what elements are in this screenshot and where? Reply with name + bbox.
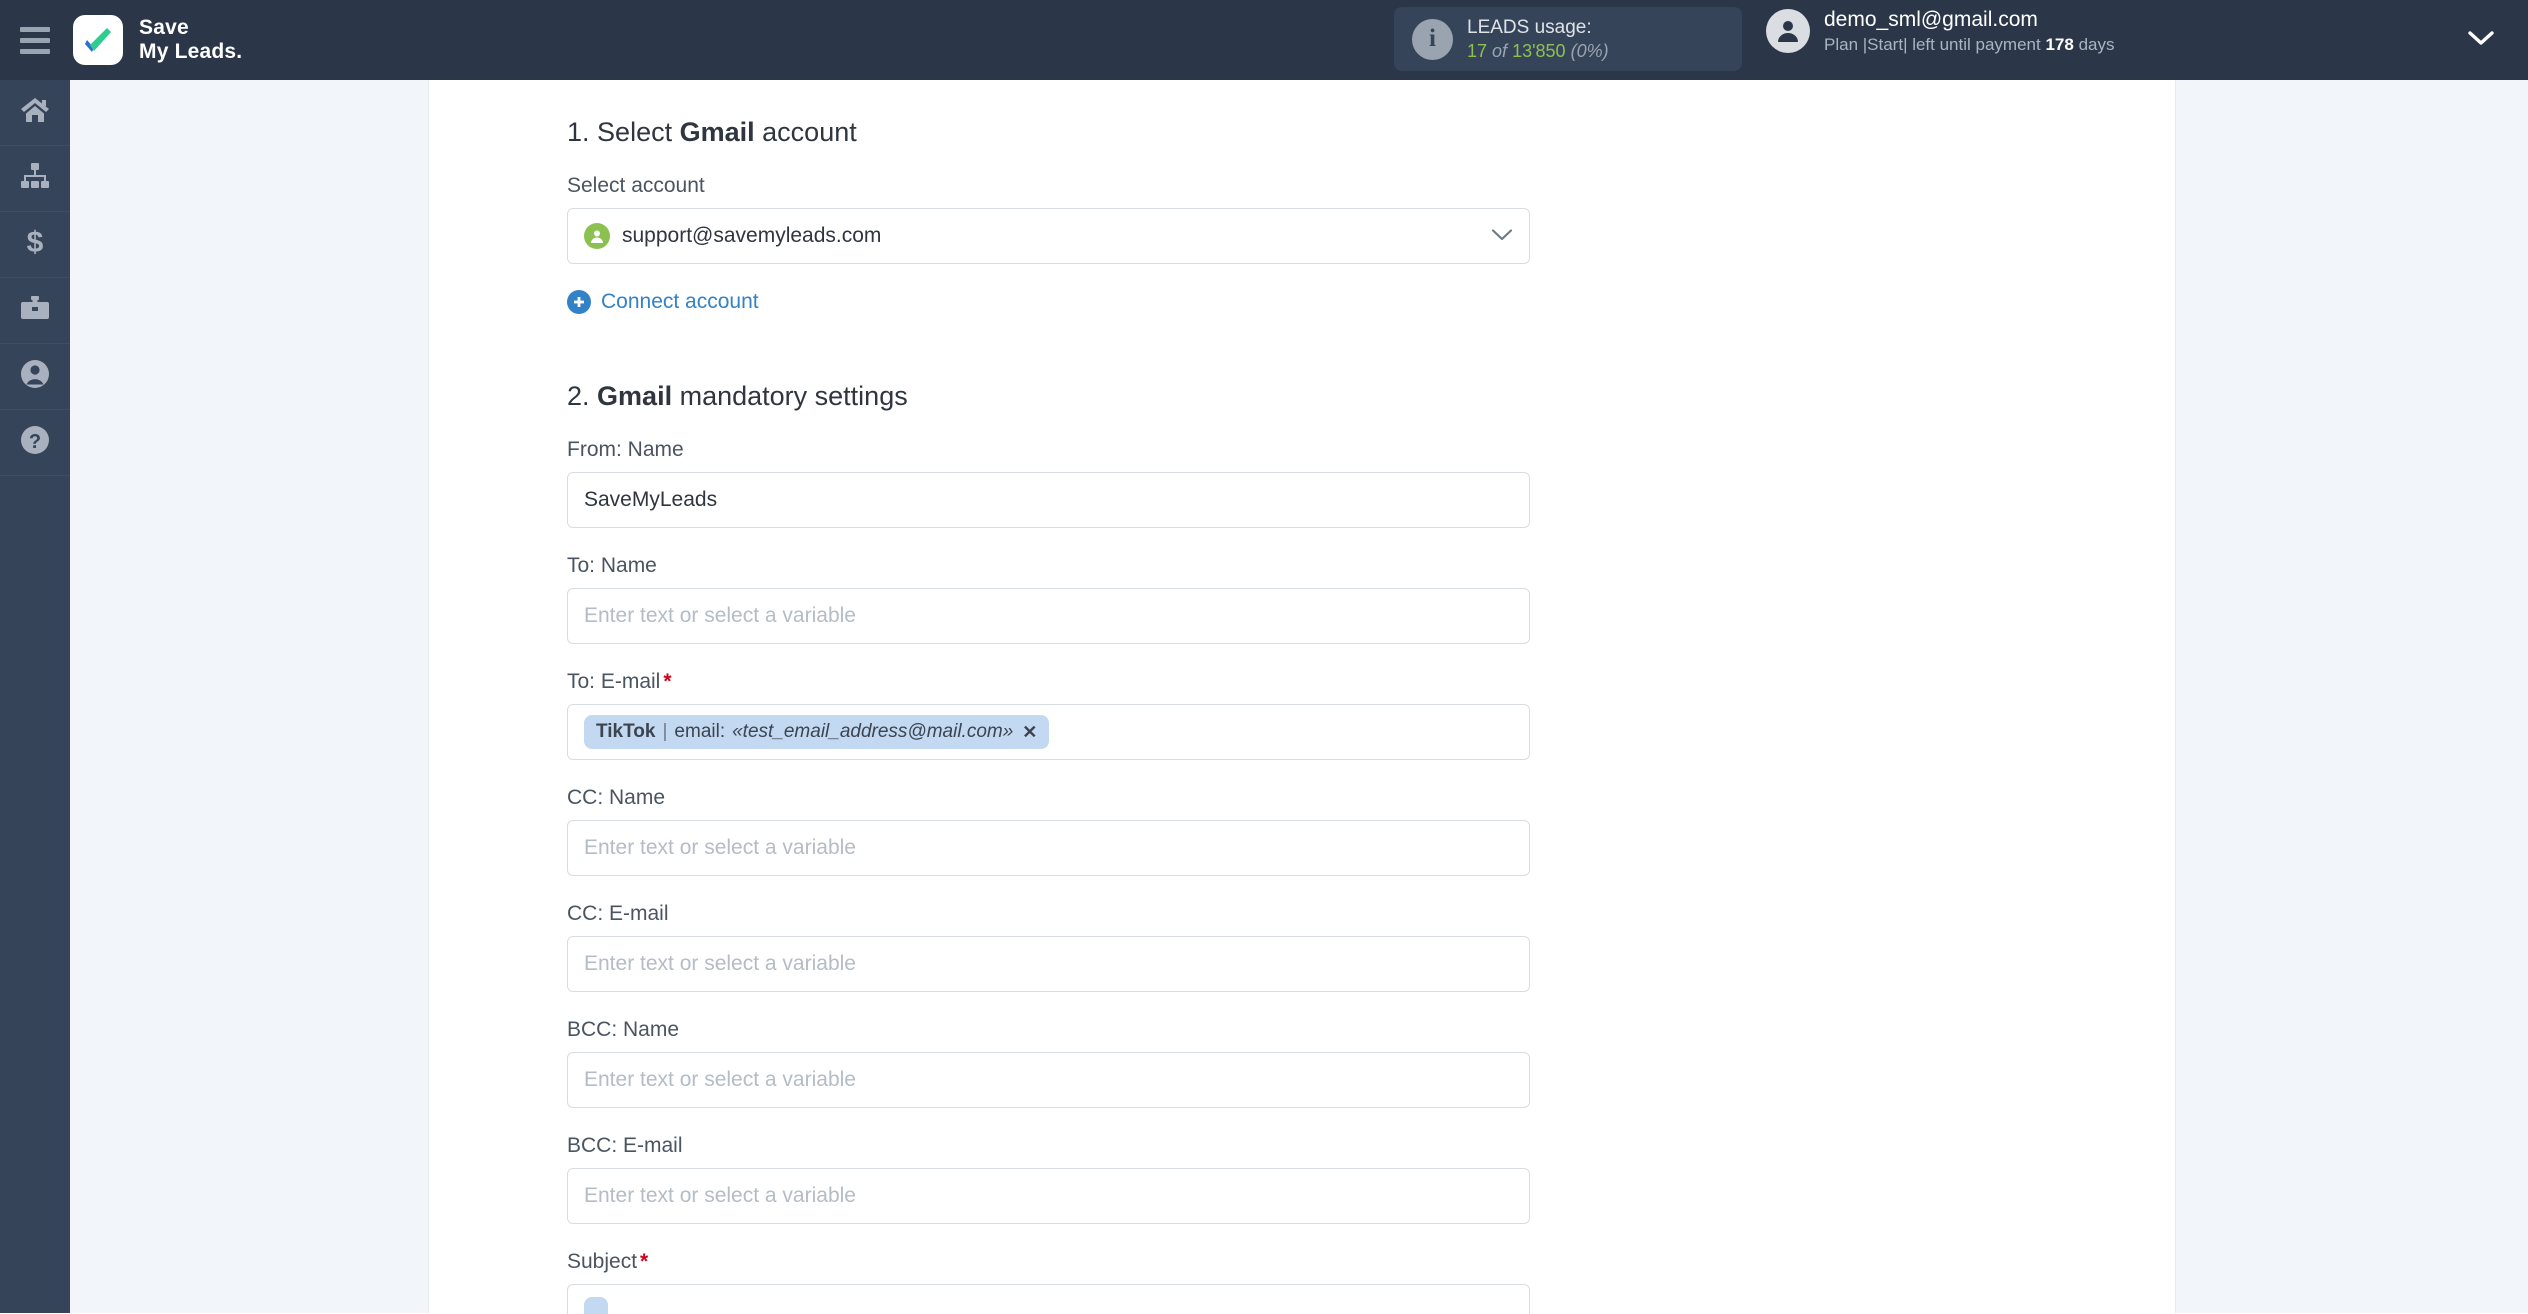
field-label-to-name: To: Name: [567, 554, 657, 577]
subject-label-text: Subject: [567, 1250, 638, 1273]
chip-separator: |: [662, 721, 668, 742]
sidebar-item-help[interactable]: ?: [0, 410, 70, 476]
select-account-label: Select account: [567, 174, 705, 197]
to-email-input[interactable]: TikTok | email: «test_email_address@mail…: [567, 704, 1530, 760]
field-label-bcc-name: BCC: Name: [567, 1018, 680, 1041]
step-2-number: 2.: [567, 381, 590, 411]
connect-account-label: Connect account: [601, 290, 759, 313]
hamburger-bar: [20, 37, 50, 43]
bcc-email-input[interactable]: Enter text or select a variable: [567, 1168, 1530, 1224]
leads-usage-badge[interactable]: i LEADS usage: 17 of 13'850 (0%): [1394, 7, 1742, 71]
sidebar-item-home[interactable]: [0, 80, 70, 146]
field-label-to-email: To: E-mail *: [567, 670, 1867, 694]
svg-text:?: ?: [29, 431, 41, 453]
from-name-input[interactable]: SaveMyLeads: [567, 472, 1530, 528]
user-email: demo_sml@gmail.com: [1824, 8, 2038, 31]
briefcase-icon: [20, 294, 50, 327]
left-sidebar: $ ?: [0, 80, 70, 1313]
chevron-down-icon[interactable]: [2468, 30, 2494, 51]
cc-email-placeholder: Enter text or select a variable: [584, 952, 856, 975]
leads-of: of: [1492, 40, 1508, 61]
brand-line-1: Save: [139, 16, 189, 40]
leads-usage-values: 17 of 13'850 (0%): [1467, 40, 1609, 63]
to-name-placeholder: Enter text or select a variable: [584, 604, 856, 627]
user-plan-suffix: days: [2078, 34, 2115, 54]
field-label-subject: Subject *: [567, 1250, 1867, 1274]
step-1-service: Gmail: [679, 117, 755, 147]
checkmark-icon: [73, 15, 123, 65]
subject-input[interactable]: [567, 1284, 1530, 1314]
required-marker: *: [663, 670, 672, 693]
page-background: 1. Select Gmail account Select account s…: [70, 80, 2528, 1314]
chip-source: TikTok: [596, 721, 656, 742]
field-label-bcc-email: BCC: E-mail: [567, 1134, 683, 1157]
account-select[interactable]: support@savemyleads.com: [567, 208, 1530, 264]
brand-logo[interactable]: Save My Leads.: [73, 15, 242, 65]
from-name-value: SaveMyLeads: [584, 488, 718, 511]
top-header: Save My Leads. i LEADS usage: 17 of 13'8…: [0, 0, 2528, 80]
brand-name: Save My Leads.: [139, 16, 242, 63]
field-label-from-name: From: Name: [567, 438, 684, 461]
question-circle-icon: ?: [20, 425, 50, 460]
hamburger-bar: [20, 48, 50, 54]
bcc-email-placeholder: Enter text or select a variable: [584, 1184, 856, 1207]
variable-chip-subject[interactable]: [584, 1297, 608, 1314]
account-avatar-icon: [584, 223, 610, 249]
user-avatar-icon: [1766, 9, 1810, 54]
chip-key: email:: [674, 721, 726, 742]
field-label-cc-name: CC: Name: [567, 786, 666, 809]
svg-text:$: $: [27, 227, 44, 257]
to-name-input[interactable]: Enter text or select a variable: [567, 588, 1530, 644]
sidebar-item-business[interactable]: [0, 278, 70, 344]
step-2-service: Gmail: [597, 381, 673, 411]
cc-name-placeholder: Enter text or select a variable: [584, 836, 856, 859]
leads-usage-title: LEADS usage:: [1467, 16, 1592, 38]
to-email-label-text: To: E-mail: [567, 670, 661, 693]
gmail-settings-form: 1. Select Gmail account Select account s…: [567, 80, 1867, 1314]
step-2-title: 2. Gmail mandatory settings: [567, 381, 1867, 412]
account-select-value: support@savemyleads.com: [622, 224, 882, 247]
bcc-name-input[interactable]: Enter text or select a variable: [567, 1052, 1530, 1108]
cc-email-input[interactable]: Enter text or select a variable: [567, 936, 1530, 992]
step-1-number: 1.: [567, 117, 590, 147]
hamburger-icon[interactable]: [0, 0, 70, 80]
variable-chip-to-email[interactable]: TikTok | email: «test_email_address@mail…: [584, 715, 1050, 749]
info-icon: i: [1412, 18, 1453, 60]
brand-line-2: My Leads.: [139, 40, 243, 63]
step-1-suffix: account: [762, 117, 857, 147]
chevron-down-icon: [1491, 224, 1513, 248]
plus-circle-icon: [567, 290, 591, 314]
step-1-prefix: Select: [597, 117, 673, 147]
leads-percent: (0%): [1570, 40, 1609, 61]
chip-value: «test_email_address@mail.com»: [732, 721, 1014, 742]
user-circle-icon: [20, 359, 50, 394]
connect-account-button[interactable]: Connect account: [567, 290, 759, 314]
dollar-icon: $: [23, 226, 47, 262]
home-icon: [20, 96, 50, 129]
hamburger-bar: [20, 26, 50, 32]
step-1-title: 1. Select Gmail account: [567, 117, 1867, 148]
user-plan-info: Plan |Start| left until payment 178 days: [1824, 34, 2114, 56]
sidebar-item-connections[interactable]: [0, 146, 70, 212]
sidebar-item-profile[interactable]: [0, 344, 70, 410]
required-marker: *: [640, 1250, 649, 1273]
sidebar-item-billing[interactable]: $: [0, 212, 70, 278]
sitemap-icon: [20, 162, 50, 195]
leads-total: 13'850: [1512, 40, 1566, 61]
user-plan-prefix: Plan |Start| left until payment: [1824, 34, 2041, 54]
bcc-name-placeholder: Enter text or select a variable: [584, 1068, 856, 1091]
leads-used: 17: [1467, 40, 1488, 61]
user-account-menu[interactable]: demo_sml@gmail.com Plan |Start| left unt…: [1766, 7, 2114, 56]
user-plan-days: 178: [2045, 34, 2074, 54]
step-2-suffix: mandatory settings: [679, 381, 908, 411]
content-card: 1. Select Gmail account Select account s…: [428, 80, 2176, 1314]
chip-remove-icon[interactable]: ✕: [1022, 722, 1037, 743]
cc-name-input[interactable]: Enter text or select a variable: [567, 820, 1530, 876]
field-label-cc-email: CC: E-mail: [567, 902, 669, 925]
